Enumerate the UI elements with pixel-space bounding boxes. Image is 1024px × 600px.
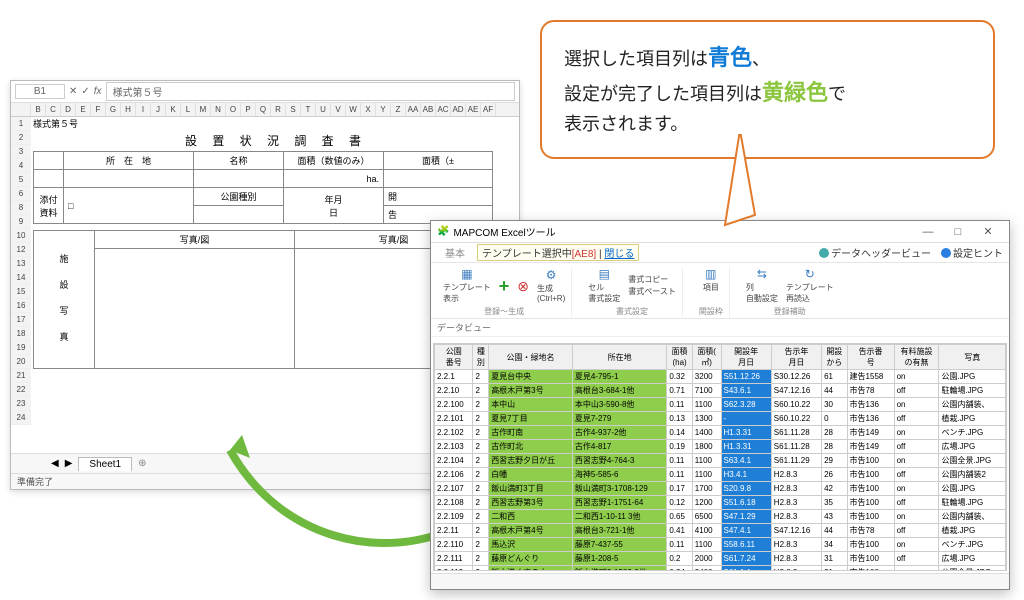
grid-header[interactable]: 面積( ㎡) xyxy=(692,345,721,370)
photo-side-label: 施 設 写 真 xyxy=(34,231,95,369)
table-row[interactable]: 2.2.1092二和西二和西1-10-11 3他0.656500S47.1.29… xyxy=(435,510,1006,524)
add-button[interactable]: + xyxy=(499,279,510,293)
table-row[interactable]: 2.2.1032古作町北古作4-8170.191800H1.3.31S61.11… xyxy=(435,440,1006,454)
tool-tabs: 基本 テンプレート選択中[AE8] | 閉じる データヘッダービュー 設定ヒント xyxy=(431,243,1009,263)
template-icon: ▦ xyxy=(461,267,472,281)
table-row[interactable]: 2.2.1022古作町南古作4-937-2他0.141400H1.3.31S61… xyxy=(435,426,1006,440)
form-table: 所 在 地 名称 面積（数値のみ） 面積（± ha. 添付 資料 □ xyxy=(33,151,493,224)
attach-label: 添付 資料 xyxy=(34,188,64,224)
format-copy-button[interactable]: 書式コピー xyxy=(628,274,676,285)
table-row[interactable]: 2.2.102高根木戸第3号高根台3-684-1他0.717100S43.6.1… xyxy=(435,384,1006,398)
open-label: 開 xyxy=(384,188,493,206)
explainer-callout: 選択した項目列は青色、 設定が完了した項目列は黄緑色で 表示されます。 xyxy=(540,20,995,159)
table-row[interactable]: 2.2.1082西習志野第3号西習志野1-1751-640.121200S51.… xyxy=(435,496,1006,510)
ribbon-group-3-label: 関設枠 xyxy=(699,306,723,317)
table-row[interactable]: 2.2.1012夏見7丁目夏見7-2790.131300-S60.10.220市… xyxy=(435,412,1006,426)
hdr-location: 所 在 地 xyxy=(64,152,194,170)
attach-checkbox[interactable]: □ xyxy=(68,201,73,211)
data-grid[interactable]: 公園 番号種 別公園・緑地名所在地面積 (ha)面積( ㎡)開設年 月日告示年 … xyxy=(433,343,1007,571)
template-selected-tip: テンプレート選択中[AE8] | 閉じる xyxy=(477,244,639,261)
table-row[interactable]: 2.2.1112藤原どんぐり藤原1-208-50.22000S61.7.24H2… xyxy=(435,552,1006,566)
help-icon xyxy=(941,248,951,258)
table-row[interactable]: 2.2.1072飯山満町3丁目飯山満町3-1708-1290.171700S20… xyxy=(435,482,1006,496)
fx-icon[interactable]: fx xyxy=(94,86,102,97)
column-headers: BCDEFGHIJKLMNOPQRSTUVWXYZAAABACADAEAF xyxy=(11,103,519,117)
formula-input[interactable]: 様式第５号 xyxy=(106,82,515,101)
tip-close-link[interactable]: 閉じる xyxy=(604,249,634,260)
grid-header[interactable]: 写真 xyxy=(939,345,1006,370)
grid-header[interactable]: 開設年 月日 xyxy=(721,345,771,370)
grid-header[interactable]: 公園・緑地名 xyxy=(489,345,573,370)
fbar-check-icon[interactable]: ✓ xyxy=(81,86,89,97)
sheet-add-icon[interactable]: ⊕ xyxy=(138,458,146,469)
table-row[interactable]: 2.2.1062白幡海神5-585-60.111100H3.4.1H2.8.32… xyxy=(435,468,1006,482)
column-icon: ▥ xyxy=(705,267,716,281)
template-show-button[interactable]: ▦テンプレート 表示 xyxy=(443,267,491,304)
mapcom-tool-window: 🧩 MAPCOM Excelツール ― □ ✕ 基本 テンプレート選択中[AE8… xyxy=(430,220,1010,590)
callout-tail-icon xyxy=(720,130,760,230)
fbar-cancel-icon[interactable]: ✕ xyxy=(69,86,77,97)
hdr-area-num: 面積（数値のみ） xyxy=(284,152,384,170)
grid-header[interactable]: 所在地 xyxy=(572,345,666,370)
grid-header[interactable]: 告示番 号 xyxy=(847,345,894,370)
row-numbers: 123456891012131415161718192021222324 xyxy=(11,117,31,425)
tool-ribbon: ▦テンプレート 表示 + ⊗ ⚙生成 (Ctrl+R) 登録～生成 ▤セル 書式… xyxy=(431,263,1009,319)
tab-basic[interactable]: 基本 xyxy=(437,244,473,261)
hdr-name: 名称 xyxy=(194,152,284,170)
window-minimize-button[interactable]: ― xyxy=(913,226,943,238)
tool-statusbar xyxy=(431,573,1009,589)
table-row[interactable]: 2.2.112高根木戸第4号高根台3-721-1他0.414100S47.4.1… xyxy=(435,524,1006,538)
ribbon-group-2-label: 書式設定 xyxy=(616,306,648,317)
dataview-label: データビュー xyxy=(431,319,1009,337)
gear-icon: ⚙ xyxy=(546,268,557,282)
ribbon-group-1-label: 登録～生成 xyxy=(484,306,524,317)
grid-header[interactable]: 開設 から xyxy=(822,345,847,370)
format-paste-button[interactable]: 書式ペースト xyxy=(628,286,676,297)
cell-icon: ▤ xyxy=(599,267,610,281)
grid-header[interactable]: 種 別 xyxy=(473,345,489,370)
data-header-view-link[interactable]: データヘッダービュー xyxy=(819,245,931,260)
park-kind: 公園種別 xyxy=(194,188,284,206)
col-auto-button[interactable]: ⇆列 自動設定 xyxy=(746,267,778,304)
setting-hint-link[interactable]: 設定ヒント xyxy=(941,245,1003,260)
generate-button[interactable]: ⚙生成 (Ctrl+R) xyxy=(537,268,565,303)
cell-format-button[interactable]: ▤セル 書式設定 xyxy=(588,267,620,304)
ym-label: 年月 日 xyxy=(284,188,384,224)
photo-col-1: 写真/図 xyxy=(95,231,295,249)
window-close-button[interactable]: ✕ xyxy=(973,225,1003,238)
item-field-button[interactable]: ▥項目 xyxy=(703,267,719,293)
reload-icon: ↻ xyxy=(805,267,815,281)
table-row[interactable]: 2.2.12夏見台中央夏見4-795-10.323200S51.12.26S30… xyxy=(435,370,1006,384)
table-row[interactable]: 2.2.1002本中山本中山3-590-8他0.111100S62.3.28S6… xyxy=(435,398,1006,412)
delete-button[interactable]: ⊗ xyxy=(517,279,529,293)
plus-icon: + xyxy=(499,279,510,293)
app-title: MAPCOM Excelツール xyxy=(453,224,555,239)
grid-header[interactable]: 面積 (ha) xyxy=(667,345,692,370)
delete-icon: ⊗ xyxy=(517,279,529,293)
grid-header[interactable]: 告示年 月日 xyxy=(771,345,821,370)
grid-header[interactable]: 有料施設 の有無 xyxy=(894,345,939,370)
sheet-tab-1[interactable]: Sheet1 xyxy=(78,457,132,471)
table-row[interactable]: 2.2.1122飯山満くすの木飯山満町3-1582-9他0.343400S61.… xyxy=(435,566,1006,572)
ribbon-group-4-label: 登録補助 xyxy=(774,306,806,317)
tab-prev-icon[interactable]: ◀ xyxy=(51,458,59,469)
table-row[interactable]: 2.2.1042西習志野夕日が丘西習志野4-764-30.111100S63.4… xyxy=(435,454,1006,468)
grid-header[interactable]: 公園 番号 xyxy=(435,345,473,370)
excel-formula-bar: B1 ✕ ✓ fx 様式第５号 xyxy=(11,81,519,103)
ha-unit: ha. xyxy=(284,170,384,188)
table-row[interactable]: 2.2.1102馬込沢藤原7-437-550.111100S58.6.11H2.… xyxy=(435,538,1006,552)
hdr-area-unit: 面積（± xyxy=(384,152,493,170)
window-maximize-button[interactable]: □ xyxy=(943,226,973,238)
form-tag: 様式第５号 xyxy=(33,117,519,130)
cell-reference[interactable]: B1 xyxy=(15,84,65,99)
tab-next-icon[interactable]: ▶ xyxy=(65,458,73,469)
form-title: 設 置 状 況 調 査 書 xyxy=(33,130,519,151)
grid-icon xyxy=(819,248,829,258)
template-reload-button[interactable]: ↻テンプレート 再読込 xyxy=(786,267,834,304)
app-icon: 🧩 xyxy=(437,226,449,237)
auto-icon: ⇆ xyxy=(757,267,767,281)
